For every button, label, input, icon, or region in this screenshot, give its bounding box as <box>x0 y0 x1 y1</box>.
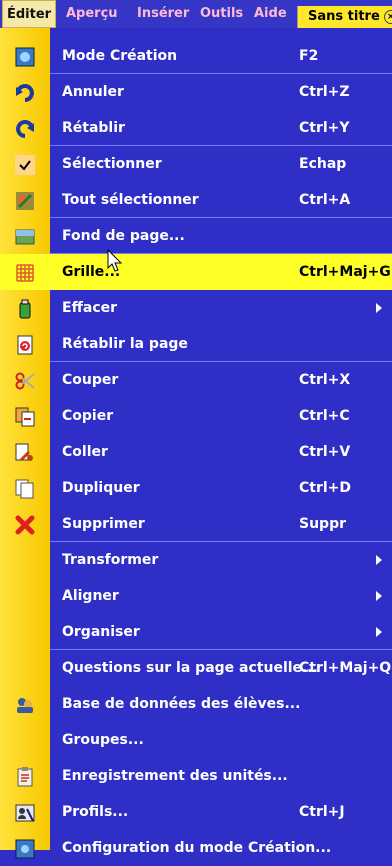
menu-item-annuler[interactable]: Annuler Ctrl+Z <box>0 74 392 110</box>
menu-item-mode-creation[interactable]: Mode Création F2 <box>0 38 392 74</box>
menu-item-label: Supprimer <box>62 516 145 532</box>
background-icon <box>15 229 35 245</box>
submenu-arrow-icon <box>376 555 382 565</box>
menu-item-label: Rétablir la page <box>62 336 188 352</box>
menu-item-transformer[interactable]: Transformer <box>0 542 392 578</box>
menu-item-label: Configuration du mode Création... <box>62 840 332 856</box>
menu-item-label: Annuler <box>62 84 124 100</box>
reset-page-icon <box>17 335 33 355</box>
menu-item-shortcut: Ctrl+A <box>299 192 351 208</box>
config-icon <box>15 839 35 859</box>
menu-item-fond-de-page[interactable]: Fond de page... <box>0 218 392 254</box>
menu-item-label: Coller <box>62 444 108 460</box>
paste-icon <box>15 443 33 462</box>
menu-item-profils[interactable]: Profils... Ctrl+J <box>0 794 392 830</box>
document-tab[interactable]: Sans titre × <box>297 6 392 28</box>
menu-item-label: Couper <box>62 372 119 388</box>
submenu-arrow-icon <box>376 303 382 313</box>
menu-item-label: Rétablir <box>62 120 125 136</box>
menu-item-organiser[interactable]: Organiser <box>0 614 392 650</box>
delete-icon <box>15 515 35 535</box>
check-icon <box>15 155 35 175</box>
mouse-cursor-icon <box>107 249 123 272</box>
menu-item-label: Questions sur la page actuelle... <box>62 660 318 676</box>
menu-item-copier[interactable]: Copier Ctrl+C <box>0 398 392 434</box>
menu-item-tout-selectionner[interactable]: Tout sélectionner Ctrl+A <box>0 182 392 218</box>
menu-item-label: Groupes... <box>62 732 144 748</box>
menu-item-coller[interactable]: Coller Ctrl+V <box>0 434 392 470</box>
document-title: Sans titre <box>308 9 380 24</box>
menu-item-label: Tout sélectionner <box>62 192 199 208</box>
menu-item-label: Copier <box>62 408 114 424</box>
menu-item-shortcut: Ctrl+Maj+Q <box>299 660 392 676</box>
menu-outils[interactable]: Outils <box>200 0 243 28</box>
copy-icon <box>15 407 35 427</box>
menu-item-retablir-la-page[interactable]: Rétablir la page <box>0 326 392 362</box>
profiles-icon <box>15 804 35 822</box>
menu-item-label: Enregistrement des unités... <box>62 768 288 784</box>
menu-item-label: Aligner <box>62 588 119 604</box>
menu-item-shortcut: Ctrl+Maj+G <box>299 264 391 280</box>
duplicate-icon <box>15 479 34 499</box>
menu-item-label: Dupliquer <box>62 480 140 496</box>
menu-item-shortcut: Ctrl+Y <box>299 120 350 136</box>
clipboard-icon <box>17 767 33 787</box>
menu-item-shortcut: Suppr <box>299 516 346 532</box>
menu-item-label: Transformer <box>62 552 159 568</box>
menu-item-base-de-donnees[interactable]: Base de données des élèves... <box>0 686 392 722</box>
menu-apercu[interactable]: Aperçu <box>66 0 118 28</box>
select-all-icon <box>16 192 34 210</box>
menu-item-questions[interactable]: Questions sur la page actuelle... Ctrl+M… <box>0 650 392 686</box>
menu-item-shortcut: Ctrl+C <box>299 408 350 424</box>
menu-item-label: Profils... <box>62 804 129 820</box>
menu-item-retablir[interactable]: Rétablir Ctrl+Y <box>0 110 392 146</box>
menu-item-label: Mode Création <box>62 48 178 64</box>
menu-item-shortcut: Ctrl+J <box>299 804 345 820</box>
menu-editer[interactable]: Éditer <box>2 0 57 28</box>
menu-item-shortcut: Ctrl+D <box>299 480 352 496</box>
undo-icon <box>16 84 34 102</box>
grid-icon <box>16 264 34 282</box>
menu-inserer[interactable]: Insérer <box>137 0 189 28</box>
menu-bar: Éditer Aperçu Insérer Outils Aide Sans t… <box>0 0 392 28</box>
menu-item-label: Effacer <box>62 300 118 316</box>
menu-item-selectionner[interactable]: Sélectionner Echap <box>0 146 392 182</box>
menu-item-label: Sélectionner <box>62 156 162 172</box>
submenu-arrow-icon <box>376 627 382 637</box>
menu-item-aligner[interactable]: Aligner <box>0 578 392 614</box>
redo-icon <box>16 120 34 138</box>
menu-item-label: Base de données des élèves... <box>62 696 301 712</box>
cut-icon <box>15 372 35 390</box>
menu-item-shortcut: Ctrl+Z <box>299 84 350 100</box>
menu-item-grille[interactable]: Grille... Ctrl+Maj+G <box>0 254 392 290</box>
menu-item-configuration-mode-creation[interactable]: Configuration du mode Création... <box>0 830 392 866</box>
menu-item-effacer[interactable]: Effacer <box>0 290 392 326</box>
menu-item-shortcut: F2 <box>299 48 319 64</box>
menu-item-groupes[interactable]: Groupes... <box>0 722 392 758</box>
menu-item-shortcut: Echap <box>299 156 347 172</box>
close-icon[interactable]: × <box>383 9 392 24</box>
menu-item-shortcut: Ctrl+X <box>299 372 351 388</box>
menu-item-shortcut: Ctrl+V <box>299 444 351 460</box>
menu-aide[interactable]: Aide <box>254 0 287 28</box>
mode-creation-icon <box>15 47 35 67</box>
menu-item-enregistrement-des-unites[interactable]: Enregistrement des unités... <box>0 758 392 794</box>
submenu-arrow-icon <box>376 591 382 601</box>
menu-item-label: Organiser <box>62 624 140 640</box>
eraser-icon <box>19 299 31 319</box>
menu-item-dupliquer[interactable]: Dupliquer Ctrl+D <box>0 470 392 506</box>
menu-item-supprimer[interactable]: Supprimer Suppr <box>0 506 392 542</box>
edit-menu: Mode Création F2 Annuler Ctrl+Z Rétablir… <box>0 28 392 859</box>
menu-item-couper[interactable]: Couper Ctrl+X <box>0 362 392 398</box>
students-database-icon <box>17 698 33 713</box>
